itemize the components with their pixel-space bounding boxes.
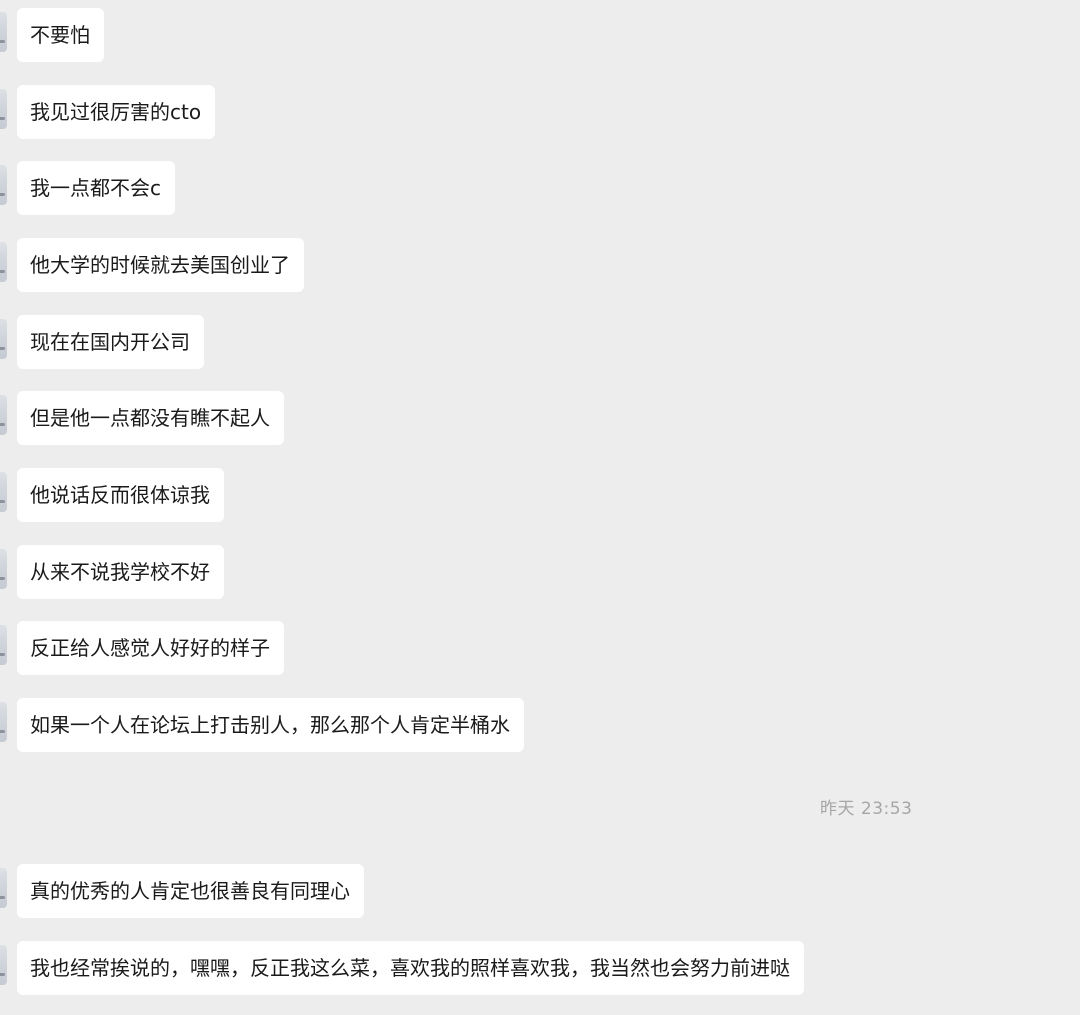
message-bubble[interactable]: 不要怕: [17, 8, 104, 62]
message-bubble[interactable]: 我见过很厉害的cto: [17, 85, 216, 139]
message-bubble[interactable]: 他说话反而很体谅我: [17, 468, 224, 522]
chat-window: 不要怕 我见过很厉害的cto 我一点都不会c 他大学的时候就去美国创业了 现在在…: [0, 0, 1080, 1015]
avatar[interactable]: [0, 625, 7, 665]
message-bubble[interactable]: 现在在国内开公司: [17, 315, 204, 369]
avatar[interactable]: [0, 395, 7, 435]
message-timestamp: 昨天 23:53: [820, 799, 913, 819]
message-bubble[interactable]: 如果一个人在论坛上打击别人，那么那个人肯定半桶水: [17, 698, 524, 752]
message-bubble[interactable]: 我一点都不会c: [17, 161, 175, 215]
message-bubble[interactable]: 但是他一点都没有瞧不起人: [17, 391, 284, 445]
message-bubble[interactable]: 反正给人感觉人好好的样子: [17, 621, 284, 675]
message-bubble[interactable]: 他大学的时候就去美国创业了: [17, 238, 304, 292]
avatar[interactable]: [0, 319, 7, 359]
message-bubble[interactable]: 从来不说我学校不好: [17, 545, 224, 599]
avatar[interactable]: [0, 868, 7, 908]
avatar[interactable]: [0, 702, 7, 742]
avatar[interactable]: [0, 549, 7, 589]
avatar[interactable]: [0, 12, 7, 52]
avatar[interactable]: [0, 472, 7, 512]
avatar[interactable]: [0, 242, 7, 282]
avatar[interactable]: [0, 945, 7, 985]
avatar[interactable]: [0, 89, 7, 129]
message-bubble[interactable]: 真的优秀的人肯定也很善良有同理心: [17, 864, 364, 918]
avatar[interactable]: [0, 165, 7, 205]
message-bubble[interactable]: 我也经常挨说的，嘿嘿，反正我这么菜，喜欢我的照样喜欢我，我当然也会努力前进哒: [17, 941, 804, 995]
